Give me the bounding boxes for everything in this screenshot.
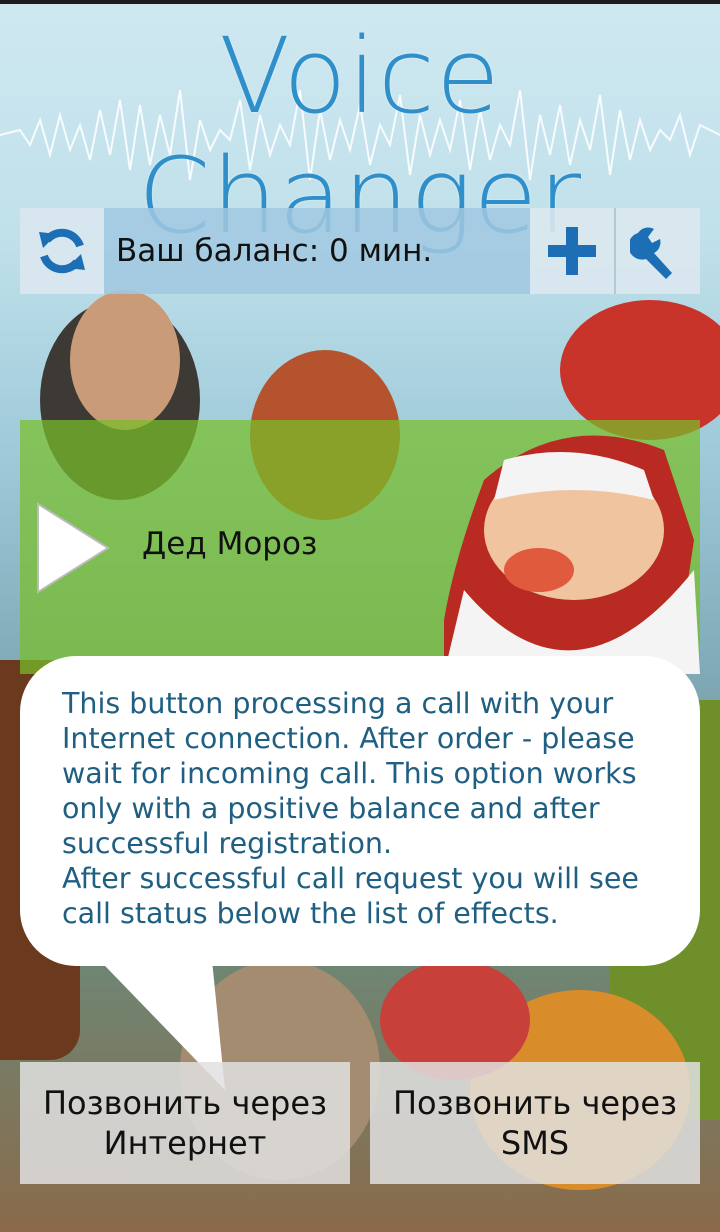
call-sms-button[interactable]: Позвонить через SMS <box>370 1062 700 1184</box>
call-sms-label-line2: SMS <box>500 1124 570 1162</box>
settings-button[interactable] <box>616 208 700 294</box>
call-internet-button[interactable]: Позвонить через Интернет <box>20 1062 350 1184</box>
effect-name: Дед Мороз <box>142 526 318 562</box>
refresh-icon <box>39 228 85 274</box>
call-internet-label-line2: Интернет <box>103 1124 267 1162</box>
balance-bar: Ваш баланс: 0 мин. <box>20 208 700 294</box>
refresh-button[interactable] <box>20 208 104 294</box>
plus-icon <box>548 227 596 275</box>
effect-item[interactable]: Дед Мороз <box>20 420 700 674</box>
tooltip-paragraph: After successful call request you will s… <box>62 862 639 930</box>
wrench-icon <box>630 227 672 279</box>
call-internet-label-line1: Позвонить через <box>42 1084 328 1122</box>
tooltip-paragraph: This button processing a call with your … <box>62 687 637 860</box>
add-balance-button[interactable] <box>530 208 616 294</box>
balance-label: Ваш баланс: 0 мин. <box>104 208 530 294</box>
play-icon[interactable] <box>32 500 112 596</box>
call-sms-label-line1: Позвонить через <box>392 1084 678 1122</box>
tooltip-text: This button processing a call with your … <box>62 686 672 931</box>
effect-thumbnail <box>444 420 700 674</box>
